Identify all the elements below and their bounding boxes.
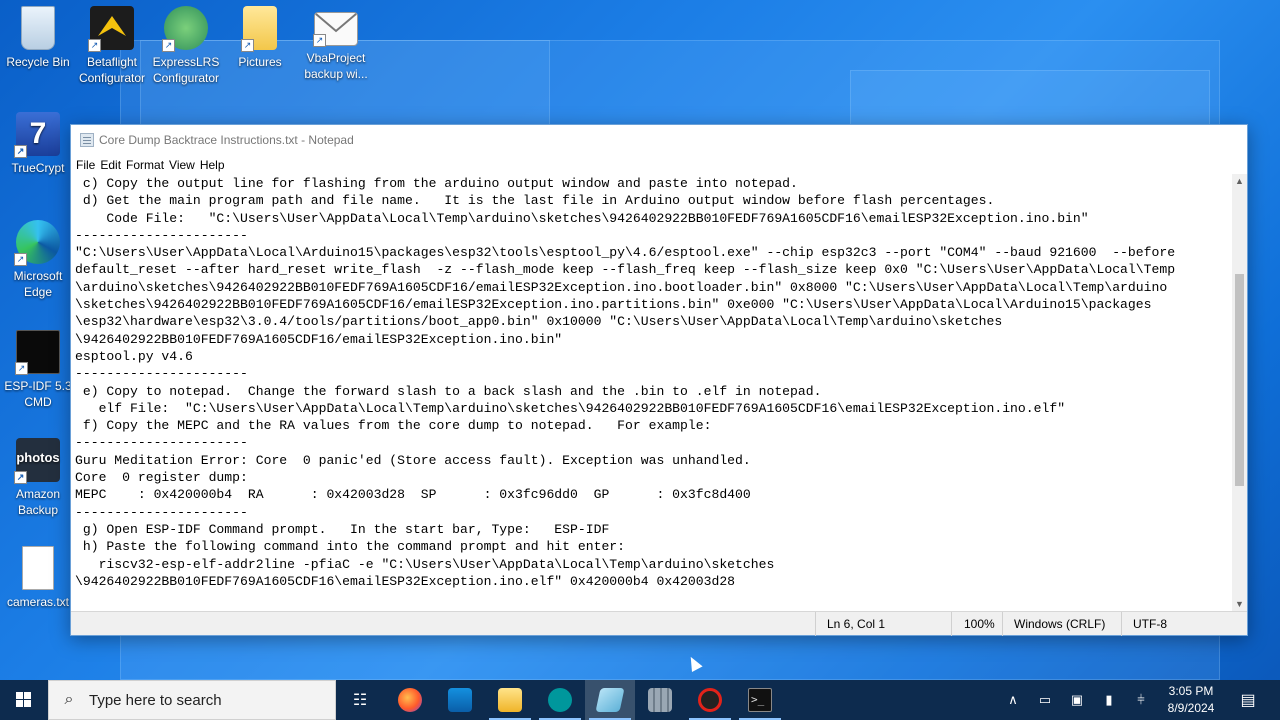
desktop-icon-esp-idf-cmd[interactable]: ↗ ESP-IDF 5.3 CMD: [0, 330, 76, 410]
device-icon[interactable]: ▣: [1063, 680, 1091, 720]
notepad-icon: [80, 133, 94, 147]
clock-date: 8/9/2024: [1167, 701, 1215, 715]
status-bar: Ln 6, Col 1 100% Windows (CRLF) UTF-8: [71, 611, 1247, 636]
desktop-icon-cameras-txt[interactable]: cameras.txt: [0, 546, 76, 610]
taskbar-calculator[interactable]: [635, 680, 685, 720]
taskbar-obs[interactable]: [685, 680, 735, 720]
email-icon: ↗: [313, 12, 358, 47]
truecrypt-icon: 7 ↗: [14, 112, 60, 158]
menu-format[interactable]: Format: [126, 158, 169, 172]
desktop-icon-expresslrs[interactable]: ↗ ExpressLRS Configurator: [148, 6, 224, 86]
betaflight-icon: ↗: [88, 6, 134, 52]
desktop-icon-label: Recycle Bin: [6, 55, 70, 69]
scrollbar-thumb[interactable]: [1235, 274, 1244, 486]
title-bar[interactable]: Core Dump Backtrace Instructions.txt - N…: [71, 125, 1247, 155]
desktop-icon-edge[interactable]: ↗ Microsoft Edge: [0, 220, 76, 300]
menu-bar: File Edit Format View Help: [71, 155, 1247, 174]
desktop-icon-amazon-backup[interactable]: photos ↗ Amazon Backup: [0, 438, 76, 518]
task-view-button[interactable]: ☷: [335, 680, 385, 720]
status-separator: [951, 612, 952, 636]
desktop-icon-label: VbaProject backup wi...: [304, 51, 368, 81]
status-separator: [815, 612, 816, 636]
scroll-down-icon[interactable]: ▼: [1232, 597, 1247, 612]
encoding: UTF-8: [1133, 617, 1167, 631]
desktop-icon-label: cameras.txt: [6, 595, 69, 609]
edge-icon: ↗: [14, 220, 60, 266]
notifications-icon[interactable]: ▤: [1232, 680, 1264, 720]
network-icon[interactable]: ⫩: [1127, 680, 1155, 720]
amazon-logo-text: photos: [16, 450, 60, 465]
recycle-bin-icon: [21, 6, 55, 50]
folder-icon: [498, 688, 522, 712]
desktop-icon-label: Amazon Backup: [15, 487, 61, 517]
desktop-icon-label: Pictures: [238, 55, 282, 69]
taskbar-terminal[interactable]: >_: [735, 680, 785, 720]
arduino-icon: [548, 688, 572, 712]
shortcut-arrow-icon: ↗: [313, 34, 326, 47]
status-separator: [1121, 612, 1122, 636]
windows-logo-icon: [16, 692, 32, 708]
clock-time: 3:05 PM: [1168, 684, 1214, 698]
shortcut-arrow-icon: ↗: [14, 145, 27, 158]
menu-help[interactable]: Help: [200, 158, 230, 172]
notepad-window: Core Dump Backtrace Instructions.txt - N…: [70, 124, 1248, 636]
editor-content[interactable]: c) Copy the output line for flashing fro…: [71, 174, 1235, 590]
desktop-icon-truecrypt[interactable]: 7 ↗ TrueCrypt: [0, 112, 76, 176]
battery-icon[interactable]: ▭: [1030, 680, 1060, 720]
shortcut-arrow-icon: ↗: [15, 362, 28, 375]
calculator-icon: [648, 688, 672, 712]
taskbar-arduino[interactable]: [535, 680, 585, 720]
usb-device-icon[interactable]: ▮: [1095, 680, 1123, 720]
shortcut-arrow-icon: ↗: [162, 39, 175, 52]
status-separator: [1002, 612, 1003, 636]
desktop-icon-vbaproject[interactable]: ↗ VbaProject backup wi...: [298, 6, 374, 82]
desktop-icon-betaflight[interactable]: ↗ Betaflight Configurator: [74, 6, 150, 86]
text-file-icon: [22, 546, 54, 590]
start-button[interactable]: [0, 680, 48, 720]
folder-icon: ↗: [241, 6, 277, 52]
desktop-icon-label: Betaflight Configurator: [78, 55, 146, 85]
shortcut-arrow-icon: ↗: [14, 471, 27, 484]
amazon-photos-icon: photos ↗: [14, 438, 60, 484]
terminal-icon: >_: [748, 688, 772, 712]
taskbar: ⌕ Type here to search ☷ >_ ∧ ▭ ▣ ▮ ⫩ 3:0…: [0, 680, 1280, 720]
menu-file[interactable]: File: [76, 158, 100, 172]
cursor-position: Ln 6, Col 1: [827, 617, 886, 631]
notepad-icon: [595, 688, 625, 712]
tray-overflow-chevron-icon[interactable]: ∧: [1000, 680, 1026, 720]
scroll-up-icon[interactable]: ▲: [1232, 174, 1247, 189]
line-ending: Windows (CRLF): [1014, 617, 1106, 631]
shortcut-arrow-icon: ↗: [241, 39, 254, 52]
obs-icon: [698, 688, 722, 712]
task-view-icon: ☷: [352, 692, 368, 709]
desktop-icon-pictures[interactable]: ↗ Pictures: [222, 6, 298, 70]
search-placeholder: Type here to search: [89, 691, 222, 709]
text-editor[interactable]: c) Copy the output line for flashing fro…: [71, 174, 1235, 612]
menu-view[interactable]: View: [169, 158, 200, 172]
search-icon: ⌕: [64, 691, 74, 708]
desktop-icon-label: ESP-IDF 5.3 CMD: [4, 379, 72, 409]
vertical-scrollbar[interactable]: ▲ ▼: [1232, 174, 1247, 612]
taskbar-file-explorer[interactable]: [485, 680, 535, 720]
taskbar-search[interactable]: ⌕ Type here to search: [48, 680, 336, 720]
outlook-icon: [448, 688, 472, 712]
shortcut-arrow-icon: ↗: [14, 253, 27, 266]
taskbar-notepad[interactable]: [585, 680, 635, 720]
desktop-icon-label: Microsoft Edge: [13, 269, 63, 299]
expresslrs-icon: ↗: [162, 6, 208, 52]
zoom-level: 100%: [964, 617, 995, 631]
desktop-icon-recycle-bin[interactable]: Recycle Bin: [0, 6, 76, 70]
taskbar-outlook[interactable]: [435, 680, 485, 720]
menu-edit[interactable]: Edit: [100, 158, 126, 172]
taskbar-clock[interactable]: 3:05 PM 8/9/2024: [1158, 683, 1224, 717]
taskbar-firefox[interactable]: [385, 680, 435, 720]
terminal-icon: ↗: [15, 330, 60, 375]
desktop-icon-label: TrueCrypt: [11, 161, 65, 175]
firefox-icon: [398, 688, 422, 712]
window-title: Core Dump Backtrace Instructions.txt - N…: [99, 133, 354, 147]
desktop-icon-label: ExpressLRS Configurator: [152, 55, 220, 85]
shortcut-arrow-icon: ↗: [88, 39, 101, 52]
